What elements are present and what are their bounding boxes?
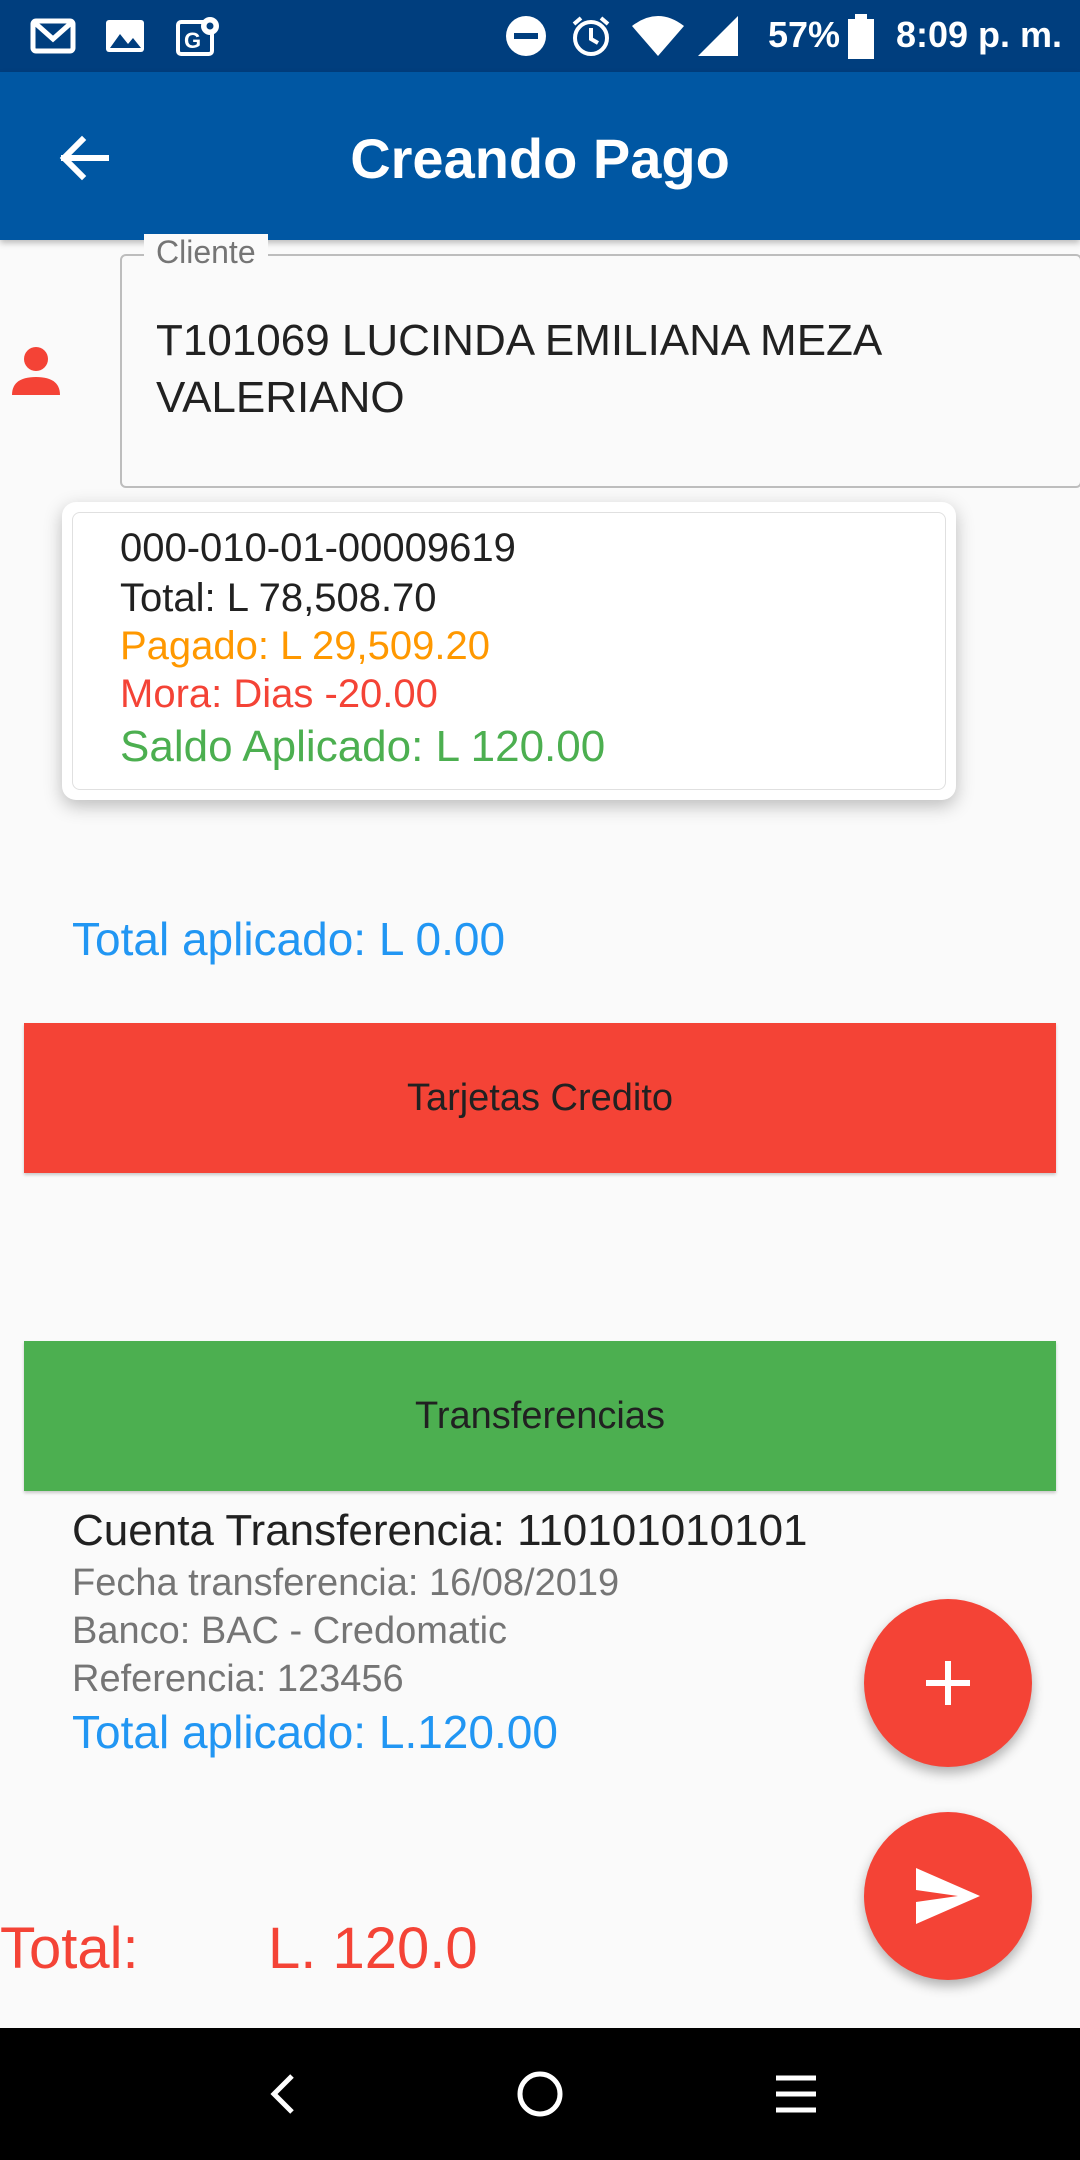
send-button[interactable] xyxy=(864,1812,1032,1980)
alarm-icon xyxy=(572,16,610,56)
transfer-item[interactable]: Cuenta Transferencia: 110101010101 Fecha… xyxy=(72,1502,832,1761)
invoice-card[interactable]: 000-010-01-00009619 Total: L 78,508.70 P… xyxy=(62,502,956,800)
transfer-total: Total aplicado: L.120.00 xyxy=(72,1706,558,1758)
add-button[interactable] xyxy=(864,1599,1032,1767)
wifi-icon xyxy=(632,16,684,56)
signal-icon xyxy=(698,16,738,56)
invoice-saldo: Saldo Aplicado: L 120.00 xyxy=(120,722,606,771)
send-icon xyxy=(916,1868,980,1924)
total-aplicado: Total aplicado: L 0.00 xyxy=(72,913,506,965)
transfer-reference: Referencia: 123456 xyxy=(72,1658,404,1700)
dnd-icon xyxy=(506,16,546,56)
maps-icon: G xyxy=(176,17,219,56)
client-field[interactable]: Cliente T101069 LUCINDA EMILIANA MEZA VA… xyxy=(120,234,1080,488)
navigation-bar xyxy=(0,2028,1080,2160)
transfer-bank: Banco: BAC - Credomatic xyxy=(72,1610,508,1652)
invoice-mora: Mora: Dias -20.00 xyxy=(120,672,438,716)
transfer-account: Cuenta Transferencia: 110101010101 xyxy=(72,1506,808,1555)
grand-total-label: Total: xyxy=(0,1916,139,1981)
grand-total-value: L. 120.0 xyxy=(268,1916,478,1981)
client-label: Cliente xyxy=(144,234,268,271)
plus-icon xyxy=(926,1661,970,1705)
home-nav-icon[interactable] xyxy=(508,2062,572,2126)
invoice-total: Total: L 78,508.70 xyxy=(120,576,437,620)
battery-percent: 57% xyxy=(768,14,841,55)
tarjetas-credito-button[interactable]: Tarjetas Credito xyxy=(24,1023,1056,1173)
menu-nav-icon[interactable] xyxy=(764,2062,828,2126)
transferencias-button[interactable]: Transferencias xyxy=(24,1341,1056,1491)
back-nav-icon[interactable] xyxy=(252,2062,316,2126)
battery-icon xyxy=(848,14,874,59)
svg-text:G: G xyxy=(184,28,201,53)
client-value: T101069 LUCINDA EMILIANA MEZA VALERIANO xyxy=(156,316,880,422)
invoice-pagado: Pagado: L 29,509.20 xyxy=(120,624,490,668)
invoice-number: 000-010-01-00009619 xyxy=(120,526,516,570)
clock: 8:09 p. m. xyxy=(896,14,1063,55)
transfer-date: Fecha transferencia: 16/08/2019 xyxy=(72,1562,620,1604)
person-icon xyxy=(12,347,60,395)
page-title: Creando Pago xyxy=(350,127,730,190)
app-bar: Creando Pago xyxy=(0,72,1080,240)
status-bar: G 57% 8:09 p. m. xyxy=(0,0,1080,72)
gallery-icon xyxy=(106,20,144,52)
gmail-icon xyxy=(30,18,76,54)
